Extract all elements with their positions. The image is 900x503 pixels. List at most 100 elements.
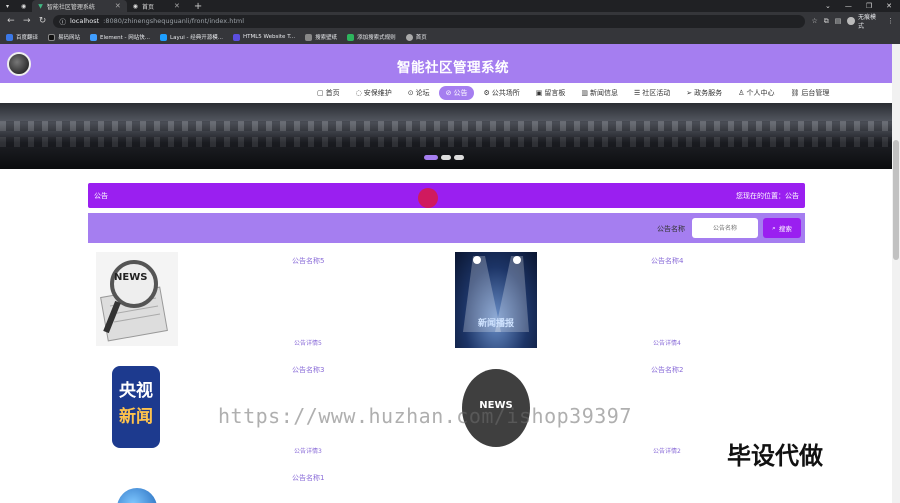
forum-icon: ⊙: [407, 88, 414, 97]
reading-list-icon[interactable]: ▤: [835, 17, 842, 25]
nav-item-public-places[interactable]: ⚙ 公共场所: [476, 86, 526, 100]
list-icon: ☰: [634, 88, 641, 97]
bookmark-label: 百度翻译: [16, 35, 39, 41]
notice-thumbnail[interactable]: 央视 新闻: [108, 366, 166, 450]
search-input[interactable]: [692, 218, 758, 238]
carousel-indicators: [424, 155, 464, 160]
nav-item-profile[interactable]: ♙ 个人中心: [731, 86, 781, 100]
shield-icon: ◌: [355, 88, 362, 97]
nav-item-messages[interactable]: ▣ 留言板: [529, 86, 573, 100]
nav-label: 社区活动: [642, 88, 671, 97]
cctv-line-2: 新闻: [119, 407, 153, 427]
bookmark-item[interactable]: Layui - 经典开源模...: [160, 33, 223, 41]
site-title: 智能社区管理系统: [397, 60, 509, 76]
bookmark-item[interactable]: HTML5 Website T...: [232, 33, 295, 41]
nav-item-government[interactable]: ➢ 政务服务: [679, 86, 729, 100]
user-icon: ♙: [738, 88, 745, 97]
new-tab-button[interactable]: +: [186, 1, 210, 12]
bookmark-label: Layui - 经典开源模...: [170, 35, 223, 41]
bookmark-label: 搜索壁纸: [315, 35, 338, 41]
notice-thumbnail[interactable]: NEWS: [96, 252, 178, 346]
close-icon[interactable]: ✕: [174, 2, 180, 10]
carousel-dot[interactable]: [454, 155, 464, 160]
back-icon[interactable]: ←: [6, 16, 16, 26]
minimize-icon[interactable]: —: [845, 2, 852, 10]
search-bar: 公告名称 ⌕搜索: [88, 213, 805, 243]
browser-tab-2[interactable]: ◉ 首页 ✕: [127, 0, 186, 12]
bookmark-item[interactable]: 易码网站: [48, 33, 80, 41]
site-header: 智能社区管理系统: [0, 44, 892, 83]
notice-title[interactable]: 公告名称3: [292, 365, 324, 375]
carousel-banner[interactable]: [0, 103, 892, 169]
bookmark-item[interactable]: 搜索壁纸: [305, 33, 337, 41]
window-controls: ⌄ — ❐ ✕: [825, 2, 900, 10]
bookmark-item[interactable]: 百度翻译: [6, 33, 38, 41]
watermark-tag: 毕设代做: [727, 442, 823, 470]
star-icon[interactable]: ☆: [811, 17, 817, 25]
nav-label: 论坛: [415, 88, 430, 97]
forward-icon[interactable]: →: [22, 16, 32, 26]
notice-detail-link[interactable]: 公告详情3: [294, 446, 322, 455]
main-nav: ▢ 首页 ◌ 安保维护 ⊙ 论坛 ⊘ 公告 ⚙ 公共场所 ▣ 留言板 ▥ 新闻信息 ☰ 社区活动…: [310, 84, 836, 101]
mouse-cursor-highlight: [418, 188, 438, 208]
browser-tab-active[interactable]: ▼ 智能社区管理系统 ✕: [32, 0, 127, 12]
nav-item-notice[interactable]: ⊘ 公告: [438, 85, 475, 100]
search-label: 公告名称: [657, 225, 685, 233]
notice-thumbnail[interactable]: 新闻播报: [455, 252, 537, 348]
breadcrumb-location[interactable]: 您现在的位置：公告: [736, 191, 799, 201]
bookmark-item[interactable]: 首页: [405, 33, 427, 41]
search-button-label: 搜索: [778, 225, 792, 233]
notice-title[interactable]: 公告名称2: [651, 365, 683, 375]
carousel-dot[interactable]: [424, 155, 438, 160]
nav-item-news[interactable]: ▥ 新闻信息: [574, 86, 625, 100]
page-viewport: 智能社区管理系统 ▢ 首页 ◌ 安保维护 ⊙ 论坛 ⊘ 公告 ⚙ 公共场所 ▣ 留言板 ▥ 新…: [0, 44, 900, 503]
notice-thumbnail[interactable]: [117, 488, 157, 503]
reload-icon[interactable]: ↻: [38, 16, 48, 26]
nav-item-activities[interactable]: ☰ 社区活动: [627, 86, 677, 100]
carousel-dot[interactable]: [441, 155, 451, 160]
bookmark-item[interactable]: 添加搜索式规则: [347, 33, 396, 41]
browser-tab-menu[interactable]: ▾: [0, 0, 15, 12]
bookmark-item[interactable]: Element - 网站快...: [90, 33, 150, 41]
notice-title[interactable]: 公告名称4: [651, 256, 683, 266]
gear-icon: ⚙: [483, 88, 490, 97]
notice-detail-link[interactable]: 公告详情5: [294, 338, 322, 347]
browser-tab-favicon: ◉: [15, 0, 32, 12]
link-icon: ⊘: [445, 88, 452, 97]
nav-item-security[interactable]: ◌ 安保维护: [349, 86, 399, 100]
scrollbar-thumb[interactable]: [893, 140, 899, 260]
url-field[interactable]: ⓘ localhost:8080/zhinengshequguanli/fron…: [53, 14, 806, 28]
page-scrollbar[interactable]: [892, 44, 900, 503]
notice-title[interactable]: 公告名称1: [292, 473, 324, 483]
extensions-icon[interactable]: ⧉: [824, 17, 829, 26]
bookmark-label: 易码网站: [58, 35, 81, 41]
message-icon: ▣: [535, 88, 543, 97]
bookmark-icon: [160, 33, 168, 41]
more-icon[interactable]: ⋮: [887, 17, 894, 25]
close-icon[interactable]: ✕: [115, 2, 121, 10]
notice-detail-link[interactable]: 公告详情2: [653, 446, 681, 455]
bookmark-label: 首页: [415, 35, 427, 41]
news-icon: ▥: [581, 88, 589, 97]
browser-tab-bar: ▾ ◉ ▼ 智能社区管理系统 ✕ ◉ 首页 ✕ + ⌄ — ❐ ✕: [0, 0, 900, 12]
bookmarks-bar: 百度翻译 易码网站 Element - 网站快... Layui - 经典开源模…: [0, 30, 900, 44]
notice-detail-link[interactable]: 公告详情4: [653, 338, 681, 347]
tab-search-icon[interactable]: ⌄: [825, 2, 831, 10]
nav-label: 新闻信息: [590, 88, 619, 97]
bookmark-icon: [305, 33, 313, 41]
bookmark-icon: [232, 33, 240, 41]
nav-item-admin[interactable]: ⛓ 后台管理: [783, 86, 836, 100]
cctv-line-1: 央视: [119, 381, 153, 401]
close-window-icon[interactable]: ✕: [886, 2, 892, 10]
profile-button[interactable]: 无痕模式: [847, 12, 881, 30]
nav-item-forum[interactable]: ⊙ 论坛: [401, 86, 437, 100]
nav-item-home[interactable]: ▢ 首页: [310, 86, 347, 100]
address-bar: ← → ↻ ⓘ localhost:8080/zhinengshequguanl…: [0, 12, 900, 30]
search-button[interactable]: ⌕ 搜索: [763, 218, 801, 238]
restore-icon[interactable]: ❐: [866, 2, 872, 10]
stage-caption: 新闻播报: [477, 319, 514, 329]
url-path: :8080/zhinengshequguanli/front/index.htm…: [103, 17, 245, 25]
browser-tab-label: 首页: [142, 3, 155, 11]
notice-title[interactable]: 公告名称5: [292, 256, 324, 266]
nav-label: 公共场所: [491, 88, 520, 97]
